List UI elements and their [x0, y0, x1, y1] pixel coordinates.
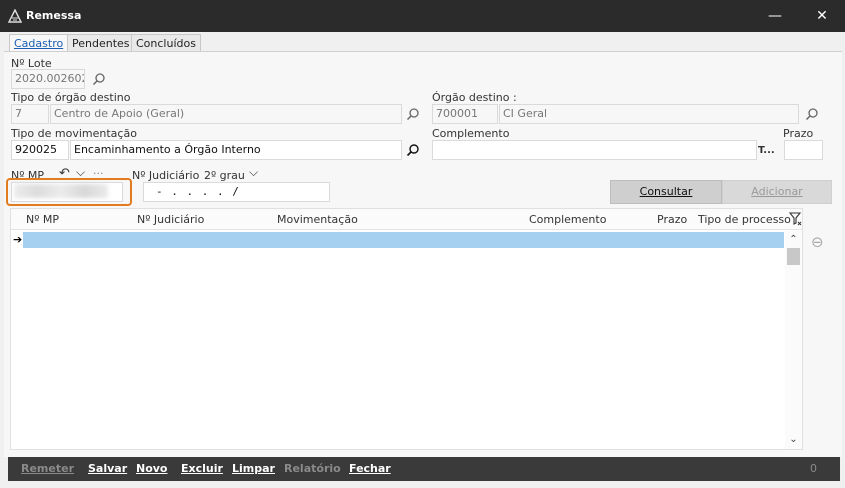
- search-icon[interactable]: [406, 107, 420, 121]
- tipo-orgao-label: Tipo de órgão destino: [11, 91, 131, 104]
- col-header-movimentacao[interactable]: Movimentação: [277, 213, 358, 226]
- col-header-tipo-processo[interactable]: Tipo de processo: [698, 213, 791, 226]
- nmp-redacted-value: [14, 184, 108, 198]
- row-indicator-icon: ➔: [13, 233, 23, 246]
- col-header-prazo[interactable]: Prazo: [657, 213, 687, 226]
- window-title: Remessa: [26, 9, 82, 22]
- scroll-up-icon[interactable]: ⌃: [785, 233, 802, 247]
- filter-icon[interactable]: [789, 212, 802, 226]
- table-row[interactable]: [23, 232, 784, 248]
- tipo-mov-label: Tipo de movimentação: [11, 127, 137, 140]
- salvar-button[interactable]: Salvar: [88, 462, 127, 475]
- title-bar: Remessa — ✕: [0, 0, 845, 32]
- limpar-button[interactable]: Limpar: [232, 462, 275, 475]
- chevron-down-icon[interactable]: ⌵: [249, 165, 258, 180]
- njud-field[interactable]: - . . . . /: [143, 182, 330, 202]
- tab-pendentes[interactable]: Pendentes: [67, 34, 135, 52]
- close-button[interactable]: ✕: [799, 0, 845, 32]
- prazo-label: Prazo: [783, 127, 814, 140]
- tipo-mov-name-field[interactable]: Encaminhamento a Órgão Interno: [70, 140, 402, 160]
- record-count: 0: [810, 462, 817, 475]
- nlote-field[interactable]: 2020.002602: [11, 69, 85, 89]
- complemento-field[interactable]: [432, 140, 757, 160]
- app-logo-icon: [8, 9, 22, 23]
- tipo-orgao-code-field[interactable]: 7: [11, 104, 49, 124]
- complemento-more-button[interactable]: T...: [758, 145, 775, 156]
- adicionar-button[interactable]: Adicionar: [722, 180, 832, 204]
- action-bar: Remeter Salvar Novo Excluir Limpar Relat…: [8, 457, 840, 481]
- scroll-thumb[interactable]: [787, 248, 800, 265]
- scroll-down-icon[interactable]: ⌄: [785, 433, 802, 447]
- orgao-destino-name-field[interactable]: CI Geral: [499, 104, 799, 124]
- tipo-mov-code-field[interactable]: 920025: [11, 140, 69, 160]
- grau-label: 2º grau: [204, 169, 245, 182]
- orgao-destino-label: Órgão destino :: [432, 91, 517, 104]
- grid-header: Nº MP Nº Judiciário Movimentação Complem…: [11, 209, 802, 230]
- col-header-nmp[interactable]: Nº MP: [26, 213, 59, 226]
- minimize-button[interactable]: —: [752, 0, 798, 32]
- col-header-complemento[interactable]: Complemento: [529, 213, 606, 226]
- fechar-button[interactable]: Fechar: [349, 462, 391, 475]
- tipo-orgao-name-field[interactable]: Centro de Apoio (Geral): [50, 104, 402, 124]
- adicionar-label: Adicionar: [751, 185, 803, 198]
- col-header-njud[interactable]: Nº Judiciário: [137, 213, 204, 226]
- grid-scrollbar[interactable]: ⌃ ⌄: [785, 231, 802, 449]
- search-icon[interactable]: [805, 107, 819, 121]
- remove-row-icon[interactable]: ⊖: [811, 233, 824, 251]
- search-icon[interactable]: [406, 143, 420, 157]
- orgao-destino-code-field[interactable]: 700001: [432, 104, 498, 124]
- njud-label: Nº Judiciário: [132, 169, 200, 182]
- prazo-field[interactable]: [784, 140, 823, 160]
- search-icon[interactable]: [92, 72, 106, 86]
- consultar-processos-button[interactable]: Consultar Processos: [610, 180, 722, 220]
- novo-button[interactable]: Novo: [136, 462, 168, 475]
- processos-grid[interactable]: Nº MP Nº Judiciário Movimentação Complem…: [10, 208, 803, 450]
- complemento-label: Complemento: [432, 127, 510, 140]
- excluir-button[interactable]: Excluir: [181, 462, 223, 475]
- relatorio-button[interactable]: Relatório: [284, 462, 341, 475]
- remeter-button[interactable]: Remeter: [21, 462, 74, 475]
- tab-concluidos[interactable]: Concluídos: [131, 34, 201, 52]
